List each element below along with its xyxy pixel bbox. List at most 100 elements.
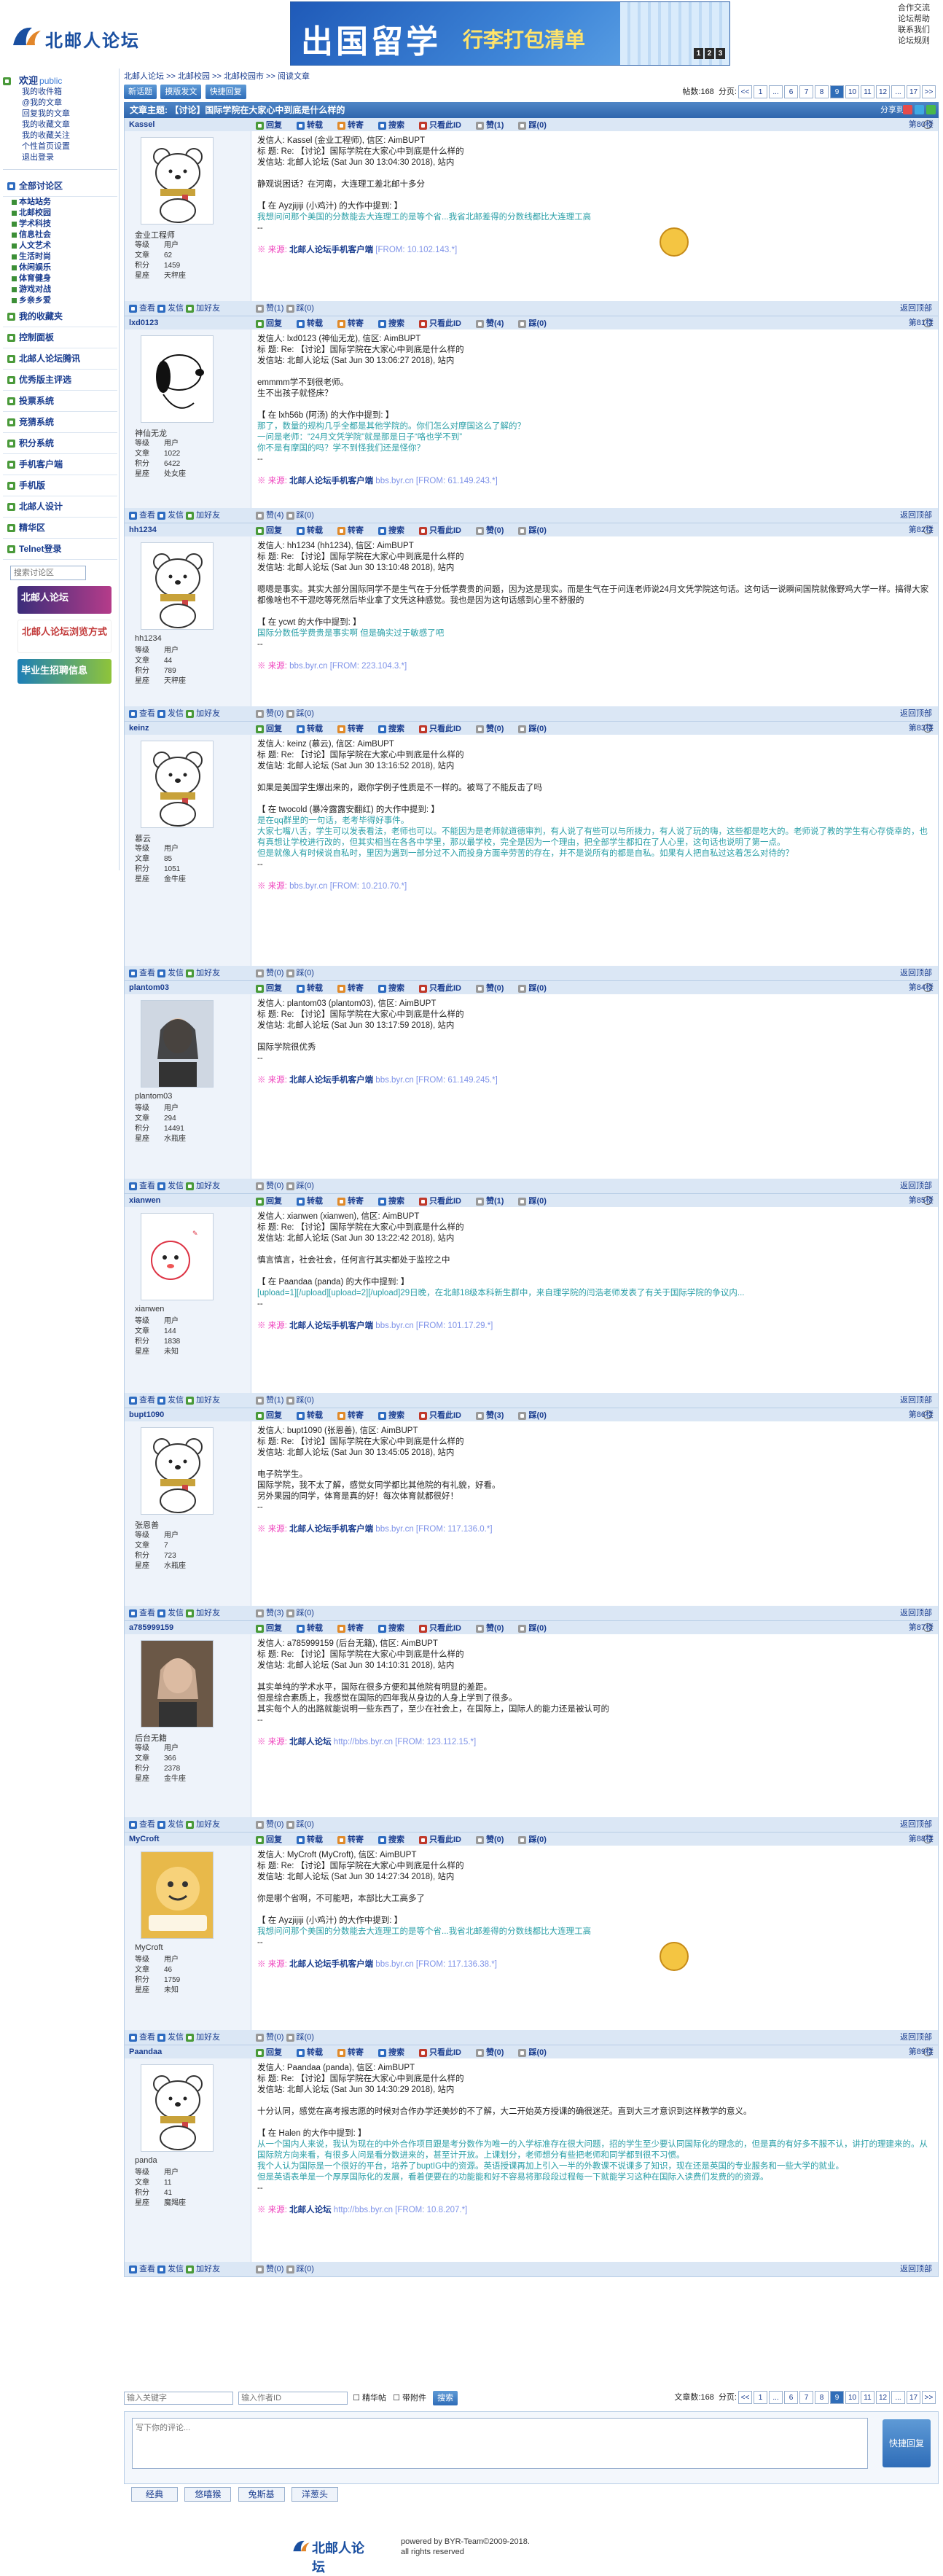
- post-username[interactable]: xianwen: [129, 1196, 160, 1205]
- page-link[interactable]: 1: [754, 85, 767, 98]
- send-mail-link[interactable]: 发信: [157, 1609, 184, 1617]
- send-reply-button[interactable]: 快捷回复: [883, 2419, 931, 2467]
- user-link[interactable]: 退出登录: [3, 152, 117, 163]
- post-action-only_id[interactable]: 只看此ID: [419, 319, 469, 328]
- client-link[interactable]: 北邮人论坛手机客户端: [289, 1960, 373, 1969]
- sidebar-banner[interactable]: 北邮人论坛: [17, 586, 111, 614]
- like-button[interactable]: 赞(0): [256, 2033, 283, 2042]
- post-username[interactable]: keinz: [129, 724, 149, 733]
- post-action-reply[interactable]: 回复: [256, 984, 289, 993]
- page-link[interactable]: 11: [861, 2391, 874, 2404]
- floor-number[interactable]: 第85楼: [909, 1194, 934, 1207]
- like-button[interactable]: 赞(1): [256, 1396, 283, 1405]
- avatar[interactable]: [141, 542, 214, 630]
- client-link[interactable]: 北邮人论坛手机客户端: [289, 246, 373, 254]
- client-link[interactable]: 北邮人论坛手机客户端: [289, 477, 373, 485]
- avatar[interactable]: [141, 1640, 214, 1728]
- add-friend-link[interactable]: 加好友: [186, 1609, 220, 1617]
- back-to-top-link[interactable]: 返回顶部: [900, 1817, 932, 1832]
- view-profile-link[interactable]: 查看: [129, 2033, 155, 2042]
- like-button[interactable]: 赞(1): [476, 121, 511, 130]
- like-button[interactable]: 赞(0): [476, 725, 511, 733]
- send-mail-link[interactable]: 发信: [157, 1396, 184, 1405]
- send-mail-link[interactable]: 发信: [157, 709, 184, 718]
- floor-number[interactable]: 第83楼: [909, 722, 934, 735]
- add-friend-link[interactable]: 加好友: [186, 1182, 220, 1190]
- post-action-forward[interactable]: 转载: [297, 526, 330, 535]
- post-action-forward[interactable]: 转载: [297, 725, 330, 733]
- post-action-search[interactable]: 搜索: [378, 1835, 412, 1844]
- floor-number[interactable]: 第80楼: [909, 118, 934, 131]
- post-action-search[interactable]: 搜索: [378, 1411, 412, 1420]
- post-action-forward[interactable]: 转载: [297, 1835, 330, 1844]
- send-mail-link[interactable]: 发信: [157, 969, 184, 977]
- page-link[interactable]: ...: [891, 85, 905, 98]
- section-link[interactable]: 学术科技: [3, 219, 117, 230]
- post-action-only_id[interactable]: 只看此ID: [419, 1624, 469, 1633]
- post-action-send[interactable]: 转寄: [337, 984, 371, 993]
- page-link[interactable]: 6: [784, 2391, 798, 2404]
- add-friend-link[interactable]: 加好友: [186, 1396, 220, 1405]
- send-mail-link[interactable]: 发信: [157, 2033, 184, 2042]
- client-link[interactable]: 北邮人论坛手机客户端: [289, 1076, 373, 1085]
- view-profile-link[interactable]: 查看: [129, 2265, 155, 2273]
- back-to-top-link[interactable]: 返回顶部: [900, 966, 932, 980]
- add-friend-link[interactable]: 加好友: [186, 2265, 220, 2273]
- client-link[interactable]: 北邮人论坛手机客户端: [289, 1322, 373, 1330]
- post-action-forward[interactable]: 转载: [297, 2048, 330, 2057]
- sidebar-menu-item[interactable]: 精华区: [3, 518, 117, 539]
- post-action-only_id[interactable]: 只看此ID: [419, 1411, 469, 1420]
- view-profile-link[interactable]: 查看: [129, 1182, 155, 1190]
- dislike-button[interactable]: 踩(0): [518, 526, 553, 535]
- avatar[interactable]: [141, 741, 214, 828]
- post-action-only_id[interactable]: 只看此ID: [419, 984, 469, 993]
- back-to-top-link[interactable]: 返回顶部: [900, 2262, 932, 2276]
- emoji-tab[interactable]: 经典: [131, 2487, 178, 2502]
- sidebar-menu-item[interactable]: 优秀版主评选: [3, 370, 117, 391]
- dislike-button[interactable]: 踩(0): [518, 319, 553, 328]
- view-profile-link[interactable]: 查看: [129, 1820, 155, 1829]
- emoji-tab[interactable]: 悠嘻猴: [184, 2487, 232, 2502]
- page-link[interactable]: >>: [922, 85, 936, 98]
- post-username[interactable]: Paandaa: [129, 2048, 162, 2056]
- sidebar-menu-item[interactable]: 竞猜系统: [3, 412, 117, 433]
- post-action-send[interactable]: 转寄: [337, 2048, 371, 2057]
- dislike-button[interactable]: 踩(0): [286, 1182, 314, 1190]
- page-link[interactable]: 11: [861, 85, 874, 98]
- page-link[interactable]: 7: [799, 2391, 813, 2404]
- elite-checkbox[interactable]: ☐ 精华帖: [353, 2394, 386, 2403]
- page-link[interactable]: 10: [845, 85, 859, 98]
- avatar[interactable]: [141, 2064, 214, 2152]
- page-link[interactable]: <<: [738, 85, 752, 98]
- client-link[interactable]: 北邮人论坛手机客户端: [289, 1525, 373, 1534]
- post-action-reply[interactable]: 回复: [256, 725, 289, 733]
- sidebar-banner[interactable]: 北邮人论坛浏览方式: [17, 620, 111, 653]
- template-post-button[interactable]: 摸版发文: [160, 85, 202, 99]
- floor-number[interactable]: 第86楼: [909, 1408, 934, 1421]
- like-button[interactable]: 赞(3): [476, 1411, 511, 1420]
- view-profile-link[interactable]: 查看: [129, 1609, 155, 1617]
- view-profile-link[interactable]: 查看: [129, 709, 155, 718]
- sidebar-menu-item[interactable]: 投票系统: [3, 391, 117, 412]
- keyword-input[interactable]: [124, 2392, 233, 2405]
- post-action-search[interactable]: 搜索: [378, 2048, 412, 2057]
- post-action-send[interactable]: 转寄: [337, 1624, 371, 1633]
- dislike-button[interactable]: 踩(0): [518, 1624, 553, 1633]
- dislike-button[interactable]: 踩(0): [518, 984, 553, 993]
- section-link[interactable]: 休闲娱乐: [3, 262, 117, 273]
- post-action-send[interactable]: 转寄: [337, 526, 371, 535]
- site-logo[interactable]: 北邮人论坛: [10, 19, 149, 54]
- section-link[interactable]: 人文艺术: [3, 241, 117, 251]
- add-friend-link[interactable]: 加好友: [186, 709, 220, 718]
- like-button[interactable]: 赞(0): [256, 1820, 283, 1829]
- post-action-forward[interactable]: 转载: [297, 1197, 330, 1206]
- page-link[interactable]: 17: [907, 85, 920, 98]
- section-link[interactable]: 乡亲乡爱: [3, 295, 117, 306]
- back-to-top-link[interactable]: 返回顶部: [900, 301, 932, 316]
- section-link[interactable]: 体育健身: [3, 273, 117, 284]
- post-action-send[interactable]: 转寄: [337, 1197, 371, 1206]
- avatar[interactable]: [141, 1427, 214, 1515]
- post-action-reply[interactable]: 回复: [256, 319, 289, 328]
- dislike-button[interactable]: 踩(0): [518, 2048, 553, 2057]
- post-action-forward[interactable]: 转载: [297, 319, 330, 328]
